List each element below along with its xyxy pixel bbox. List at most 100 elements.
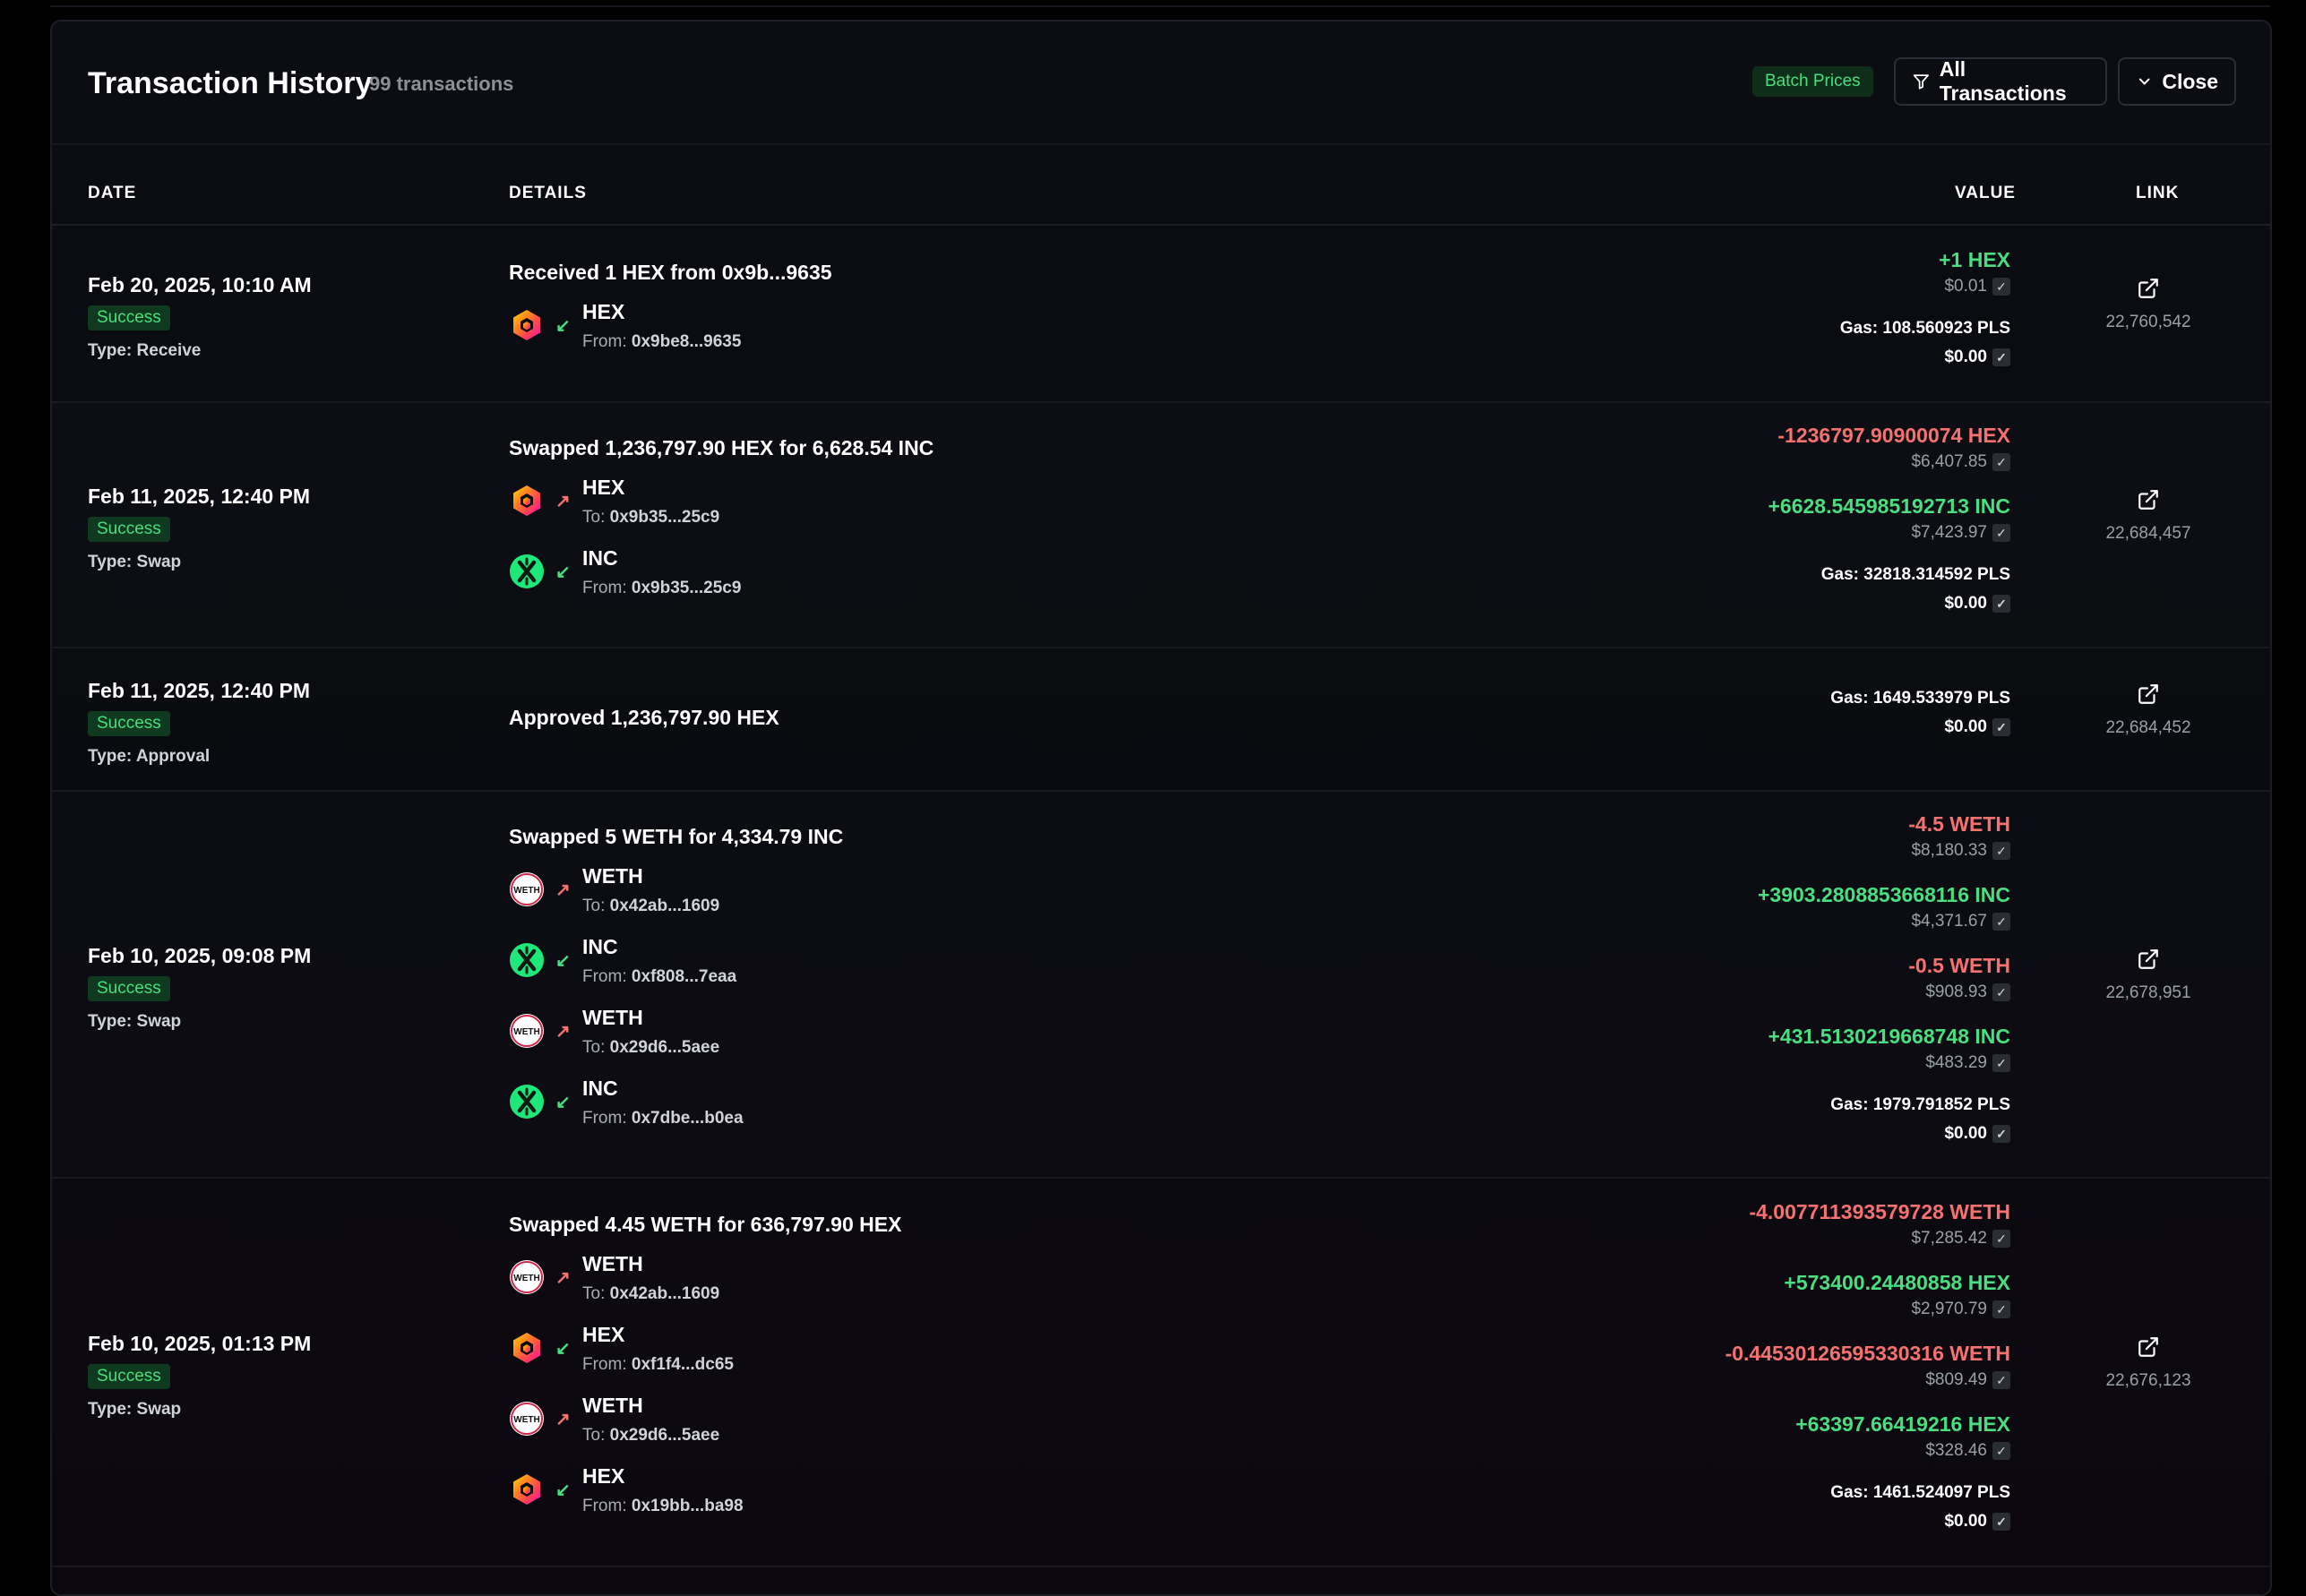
token-amount: +431.5130219668748 INC [1768,1025,2011,1048]
gas-usd-amount: $0.00 [1944,1512,1987,1531]
verified-check-icon: ✓ [1992,277,2010,296]
token-amount: -0.44530126595330316 WETH [1725,1342,2010,1365]
verified-check-icon: ✓ [1992,718,2010,736]
address-label: To: [582,508,606,527]
usd-value: $7,423.97 ✓ [1911,523,2010,543]
verified-check-icon: ✓ [1992,453,2010,471]
arrow-up-right-icon: ↗ [555,880,571,900]
external-link-icon [2137,279,2160,304]
address-value: 0x9be8...9635 [631,331,742,351]
panel-header: Transaction History 99 transactions Batc… [52,21,2270,142]
status-badge: Success [88,976,170,1001]
token-symbol: HEX [582,1323,625,1346]
transaction-type: Type: Swap [88,1012,182,1031]
hex-token-icon [509,1330,545,1366]
table-row: Feb 10, 2025, 01:13 PM Success Type: Swap S… [52,1177,2270,1567]
gas-usd-amount: $0.00 [1944,347,1987,366]
counterparty-address[interactable]: To: 0x42ab...1609 [582,1284,719,1304]
table-row: Feb 11, 2025, 12:40 PM Success Type: Swap S… [52,401,2270,648]
address-value: 0xf808...7eaa [631,967,737,986]
token-transfer: ↙ INC From: 0x7dbe...b0ea [509,1077,1046,1139]
arrow-up-right-icon: ↗ [555,1268,571,1288]
address-value: 0x9b35...25c9 [631,579,742,597]
transaction-type: Type: Swap [88,1400,182,1419]
chevron-down-icon [2138,78,2150,85]
address-label: From: [582,1355,627,1374]
token-amount: +573400.24480858 HEX [1784,1271,2010,1294]
usd-amount: $483.29 [1925,1053,1987,1072]
token-amount: +6628.545985192713 INC [1768,494,2011,518]
address-value: 0x42ab...1609 [609,1284,720,1303]
counterparty-address[interactable]: From: 0x7dbe...b0ea [582,1109,744,1128]
token-symbol: HEX [582,476,625,499]
verified-check-icon: ✓ [1992,524,2010,542]
verified-check-icon: ✓ [1992,1442,2010,1460]
token-symbol: HEX [582,1464,625,1488]
address-label: From: [582,331,627,351]
address-value: 0xf1f4...dc65 [631,1355,734,1374]
weth-token-icon: WETH [509,1401,545,1437]
usd-amount: $0.01 [1944,276,1987,296]
gas-usd-value: $0.00 ✓ [1944,348,2010,367]
batch-prices-badge[interactable]: Batch Prices [1752,66,1873,97]
status-badge: Success [88,1364,170,1389]
explorer-link[interactable]: 22,678,951 [2077,948,2220,1010]
token-amount: -4.5 WETH [1908,812,2010,836]
address-value: 0x19bb...ba98 [631,1497,744,1515]
address-label: From: [582,1109,627,1128]
explorer-link[interactable]: 22,684,452 [2077,682,2220,745]
transaction-summary: Swapped 1,236,797.90 HEX for 6,628.54 IN… [509,436,934,459]
counterparty-address[interactable]: From: 0x19bb...ba98 [582,1497,744,1516]
transaction-date: Feb 11, 2025, 12:40 PM [88,485,311,508]
token-symbol: HEX [582,299,625,323]
hex-token-icon [509,307,545,343]
column-date: DATE [88,184,137,202]
svg-text:WETH: WETH [513,1027,539,1037]
counterparty-address[interactable]: To: 0x42ab...1609 [582,897,719,916]
address-label: To: [582,1284,606,1303]
usd-value: $4,371.67 ✓ [1911,912,2010,931]
top-divider [50,5,2270,7]
token-transfer: WETH ↗ WETH To: 0x42ab...1609 [509,1252,1046,1315]
transaction-type: Type: Swap [88,553,182,571]
gas-usd-amount: $0.00 [1944,594,1987,613]
counterparty-address[interactable]: From: 0x9b35...25c9 [582,579,741,598]
counterparty-address[interactable]: To: 0x9b35...25c9 [582,508,719,528]
usd-value: $8,180.33 ✓ [1911,841,2010,861]
explorer-link[interactable]: 22,676,123 [2077,1335,2220,1398]
token-symbol: INC [582,1077,618,1100]
address-label: From: [582,967,627,986]
arrow-down-left-icon: ↙ [555,951,571,971]
token-amount: +1 HEX [1939,247,2010,271]
usd-amount: $6,407.85 [1911,452,1987,471]
transaction-history-panel: Transaction History 99 transactions Batc… [50,20,2272,1596]
token-symbol: WETH [582,864,643,888]
usd-amount: $908.93 [1925,982,1987,1001]
address-value: 0x7dbe...b0ea [631,1109,744,1128]
verified-check-icon: ✓ [1992,1371,2010,1389]
verified-check-icon: ✓ [1992,1513,2010,1531]
inc-token-icon [509,553,545,589]
token-amount: +3903.2808853668116 INC [1757,883,2010,906]
usd-value: $7,285.42 ✓ [1911,1229,2010,1248]
all-transactions-filter-button[interactable]: All Transactions [1894,57,2107,106]
counterparty-address[interactable]: From: 0x9be8...9635 [582,332,741,352]
transaction-date: Feb 10, 2025, 01:13 PM [88,1332,312,1355]
weth-token-icon: WETH [509,1013,545,1049]
usd-amount: $7,285.42 [1911,1229,1987,1248]
address-label: From: [582,1497,627,1515]
close-button[interactable]: Close [2118,57,2236,106]
explorer-link[interactable]: 22,760,542 [2077,277,2220,339]
token-symbol: WETH [582,1006,643,1029]
usd-amount: $2,970.79 [1911,1300,1987,1318]
counterparty-address[interactable]: To: 0x29d6...5aee [582,1038,719,1058]
inc-token-icon [509,942,545,978]
arrow-up-right-icon: ↗ [555,492,571,511]
address-label: To: [582,897,606,915]
counterparty-address[interactable]: From: 0xf1f4...dc65 [582,1355,734,1375]
explorer-link[interactable]: 22,684,457 [2077,488,2220,551]
svg-text:WETH: WETH [513,1274,539,1283]
counterparty-address[interactable]: To: 0x29d6...5aee [582,1426,719,1446]
counterparty-address[interactable]: From: 0xf808...7eaa [582,967,736,987]
block-number: 22,684,457 [2105,524,2191,543]
